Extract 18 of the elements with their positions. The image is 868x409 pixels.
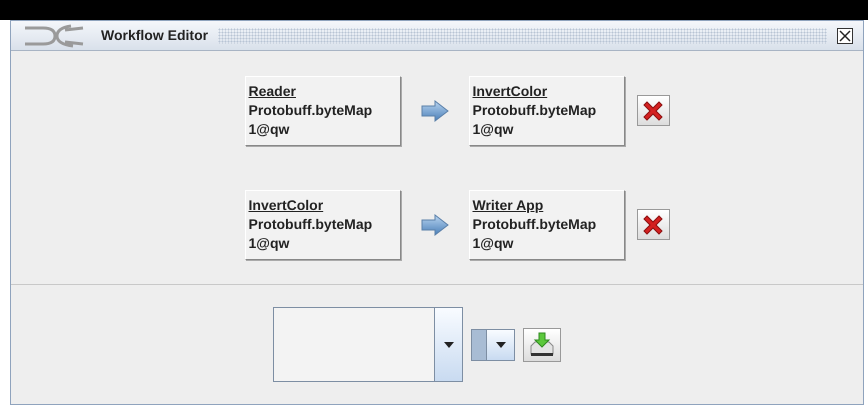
caret-icon (496, 342, 506, 348)
close-icon (839, 30, 851, 42)
node-card[interactable]: Reader Protobuff.byteMap 1@qw (244, 76, 400, 146)
node-card[interactable]: InvertColor Protobuff.byteMap 1@qw (244, 190, 400, 260)
window-title: Workflow Editor (101, 26, 208, 45)
arrow-right-icon (420, 214, 448, 236)
arrow-right-icon (420, 100, 448, 122)
node-card[interactable]: InvertColor Protobuff.byteMap 1@qw (468, 76, 624, 146)
small-dropdown[interactable] (471, 328, 515, 360)
caret-icon (444, 342, 454, 348)
delete-icon (641, 212, 665, 236)
delete-button[interactable] (636, 95, 670, 126)
delete-icon (641, 98, 665, 122)
dropdown[interactable] (273, 307, 463, 382)
delete-button[interactable] (636, 209, 670, 240)
node-card[interactable]: Writer App Protobuff.byteMap 1@qw (468, 190, 624, 260)
close-button[interactable] (837, 28, 853, 44)
download-button[interactable] (523, 328, 561, 362)
